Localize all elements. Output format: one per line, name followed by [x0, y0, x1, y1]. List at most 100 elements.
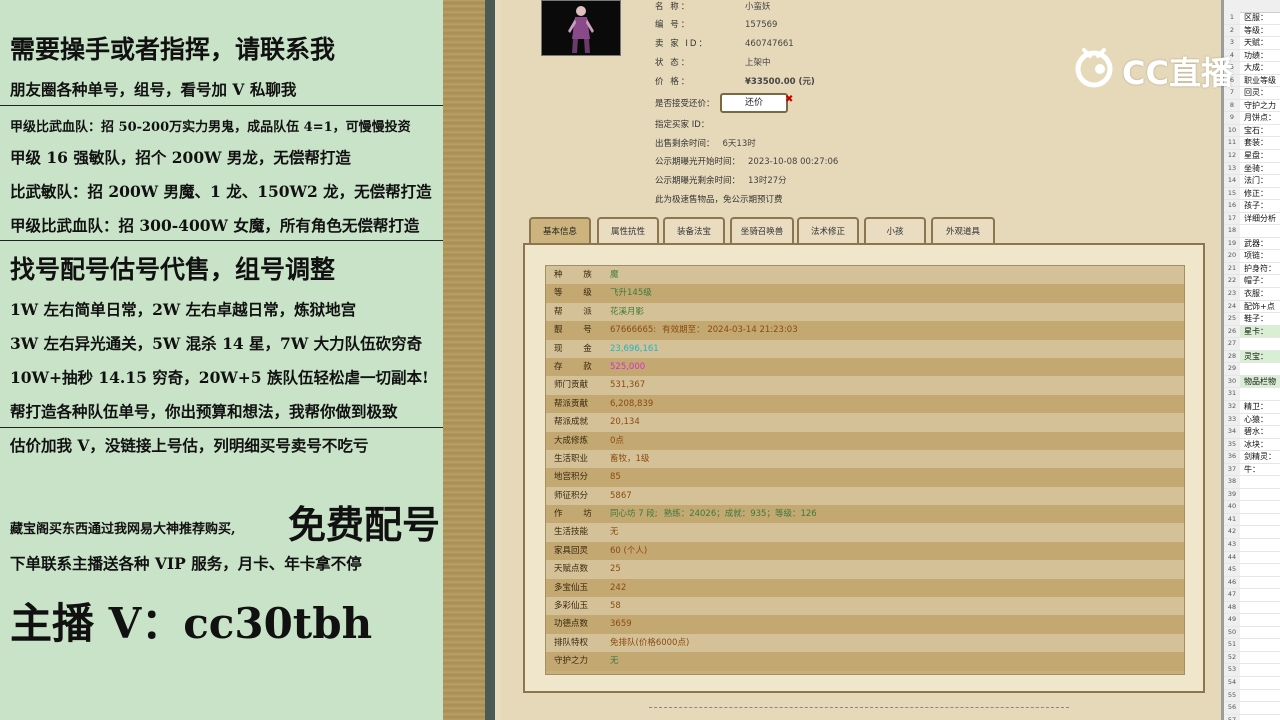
attribute-label: 帮派成就	[554, 417, 589, 428]
spreadsheet-row[interactable]: 45	[1224, 564, 1280, 577]
cell-text: 区服：	[1244, 13, 1268, 22]
spreadsheet-row[interactable]: 1 区服：	[1224, 12, 1280, 25]
spreadsheet-row[interactable]: 33 心猿：	[1224, 413, 1280, 427]
tab-children[interactable]: 小孩	[864, 217, 926, 243]
attribute-label: 靓 号	[554, 325, 601, 336]
spreadsheet-row[interactable]: 54	[1224, 676, 1280, 690]
spreadsheet-row[interactable]: 13 坐骑：	[1224, 162, 1280, 176]
row-number: 12	[1224, 150, 1240, 162]
attribute-value: 免排队(价格6000点)	[610, 634, 689, 652]
spreadsheet-row[interactable]: 30 物品栏物	[1224, 375, 1280, 389]
attribute-value-text: 魔	[610, 270, 619, 280]
spreadsheet-row[interactable]: 55	[1224, 689, 1280, 703]
spreadsheet-row[interactable]: 26 星卡：	[1224, 325, 1280, 339]
spreadsheet-row[interactable]: 44	[1224, 551, 1280, 565]
row-number: 54	[1224, 676, 1240, 689]
spreadsheet-row[interactable]: 9 月饼点：	[1224, 112, 1280, 125]
spreadsheet-row[interactable]: 22 帽子：	[1224, 275, 1280, 289]
row-number: 57	[1224, 714, 1240, 720]
spreadsheet-row[interactable]: 8 守护之力	[1224, 99, 1280, 113]
spreadsheet-row[interactable]: 17 详细分析	[1224, 212, 1280, 226]
attribute-label: 师门贡献	[554, 380, 589, 391]
info-id: 编 号： 157569	[655, 20, 778, 30]
attribute-value: 5867	[610, 487, 632, 505]
row-number: 25	[1224, 313, 1240, 325]
spreadsheet-row[interactable]: 37 牛：	[1224, 463, 1280, 477]
spreadsheet-row[interactable]: 15 修正：	[1224, 187, 1280, 201]
spreadsheet-row[interactable]: 28 灵宝：	[1224, 350, 1280, 364]
spreadsheet-row[interactable]: 57	[1224, 714, 1280, 720]
spreadsheet-row[interactable]: 35 冰块：	[1224, 438, 1280, 452]
tab-mounts[interactable]: 坐骑召唤兽	[730, 217, 794, 243]
attribute-value-text: 飞升145级	[610, 288, 652, 299]
attribute-row: 等 级飞升145级	[546, 284, 1184, 303]
spreadsheet-row[interactable]: 36 剑精灵：	[1224, 451, 1280, 464]
row-number: 41	[1224, 513, 1240, 526]
info-status: 状 态： 上架中	[655, 58, 771, 68]
row-number: 23	[1224, 288, 1240, 300]
spreadsheet-row[interactable]: 10 宝石：	[1224, 124, 1280, 138]
row-number: 42	[1224, 526, 1240, 538]
separator	[0, 105, 443, 106]
attribute-value-text: 花溪月影	[610, 306, 645, 317]
spreadsheet-row[interactable]: 32 精卫：	[1224, 400, 1280, 414]
bargain-button[interactable]: 还价	[720, 93, 788, 113]
row-number: 36	[1224, 451, 1240, 463]
cell-text: 灵宝：	[1244, 351, 1268, 361]
cell-text: 冰块：	[1244, 439, 1268, 449]
spreadsheet-row[interactable]: 47	[1224, 589, 1280, 602]
spreadsheet-row[interactable]: 21 护身符：	[1224, 262, 1280, 276]
tab-equipment[interactable]: 装备法宝	[663, 217, 725, 243]
tab-spells[interactable]: 法术修正	[797, 217, 859, 243]
close-icon[interactable]: ✖	[785, 94, 793, 105]
attribute-value-text: 25	[610, 564, 621, 575]
spreadsheet-row[interactable]: 14 法门：	[1224, 175, 1280, 188]
attribute-row: 师门贡献 531,367	[546, 376, 1184, 395]
spreadsheet-row[interactable]: 16 孩子：	[1224, 200, 1280, 213]
spreadsheet-row[interactable]: 19 武器：	[1224, 237, 1280, 251]
spreadsheet-row[interactable]: 51	[1224, 639, 1280, 652]
spreadsheet-row[interactable]: 50	[1224, 626, 1280, 640]
spreadsheet-row[interactable]: 48	[1224, 601, 1280, 615]
attribute-value: 6,208,839	[610, 395, 653, 413]
spreadsheet-row[interactable]: 31	[1224, 388, 1280, 401]
spreadsheet-row[interactable]: 53	[1224, 664, 1280, 677]
row-number: 29	[1224, 363, 1240, 375]
attribute-value-text: 67666665:	[610, 325, 657, 336]
spreadsheet-row[interactable]: 25 鞋子：	[1224, 313, 1280, 326]
spreadsheet-row[interactable]: 34 碧水：	[1224, 426, 1280, 439]
spreadsheet-row[interactable]: 42	[1224, 526, 1280, 539]
spreadsheet-row[interactable]: 20 项链：	[1224, 250, 1280, 263]
attribute-value: 畜牧，1级	[610, 450, 649, 468]
spreadsheet-row[interactable]: 46	[1224, 576, 1280, 590]
spreadsheet-row[interactable]: 43	[1224, 538, 1280, 552]
spreadsheet-row[interactable]: 12 星盘：	[1224, 150, 1280, 163]
spreadsheet-row[interactable]: 23 衣服：	[1224, 288, 1280, 301]
spreadsheet-row[interactable]: 49	[1224, 614, 1280, 627]
spreadsheet-row[interactable]: 40	[1224, 501, 1280, 514]
spreadsheet-row[interactable]: 11 套装：	[1224, 137, 1280, 151]
tab-attributes[interactable]: 属性抗性	[597, 217, 659, 243]
spreadsheet-row[interactable]: 39	[1224, 488, 1280, 502]
row-number: 9	[1224, 112, 1240, 124]
attribute-value: 飞升145级	[610, 284, 652, 302]
row-number: 8	[1224, 99, 1240, 112]
attribute-label: 生活技能	[554, 527, 589, 538]
spreadsheet-row[interactable]: 29	[1224, 363, 1280, 376]
attribute-value: 23,696,161	[610, 340, 659, 358]
cell-text: 武器：	[1244, 238, 1268, 248]
spreadsheet-row[interactable]: 56	[1224, 702, 1280, 715]
attribute-label: 作 坊	[554, 509, 601, 520]
tab-basic-info[interactable]: 基本信息	[529, 217, 591, 243]
spreadsheet-row[interactable]: 18	[1224, 225, 1280, 238]
tab-appearance[interactable]: 外观道具	[931, 217, 995, 243]
spreadsheet-row[interactable]: 52	[1224, 651, 1280, 665]
spreadsheet-row[interactable]: 41	[1224, 513, 1280, 527]
cell-text: 月饼点：	[1244, 113, 1276, 123]
attribute-label: 家具回灵	[554, 545, 589, 556]
spreadsheet-row[interactable]: 27	[1224, 338, 1280, 351]
spreadsheet-row[interactable]: 2 等级：	[1224, 24, 1280, 38]
spreadsheet-row[interactable]: 24 配饰+点	[1224, 300, 1280, 314]
spreadsheet-row[interactable]: 38	[1224, 476, 1280, 489]
promo-line: 帮打造各种队伍单号，你出预算和想法，我帮你做到极致	[10, 402, 398, 421]
